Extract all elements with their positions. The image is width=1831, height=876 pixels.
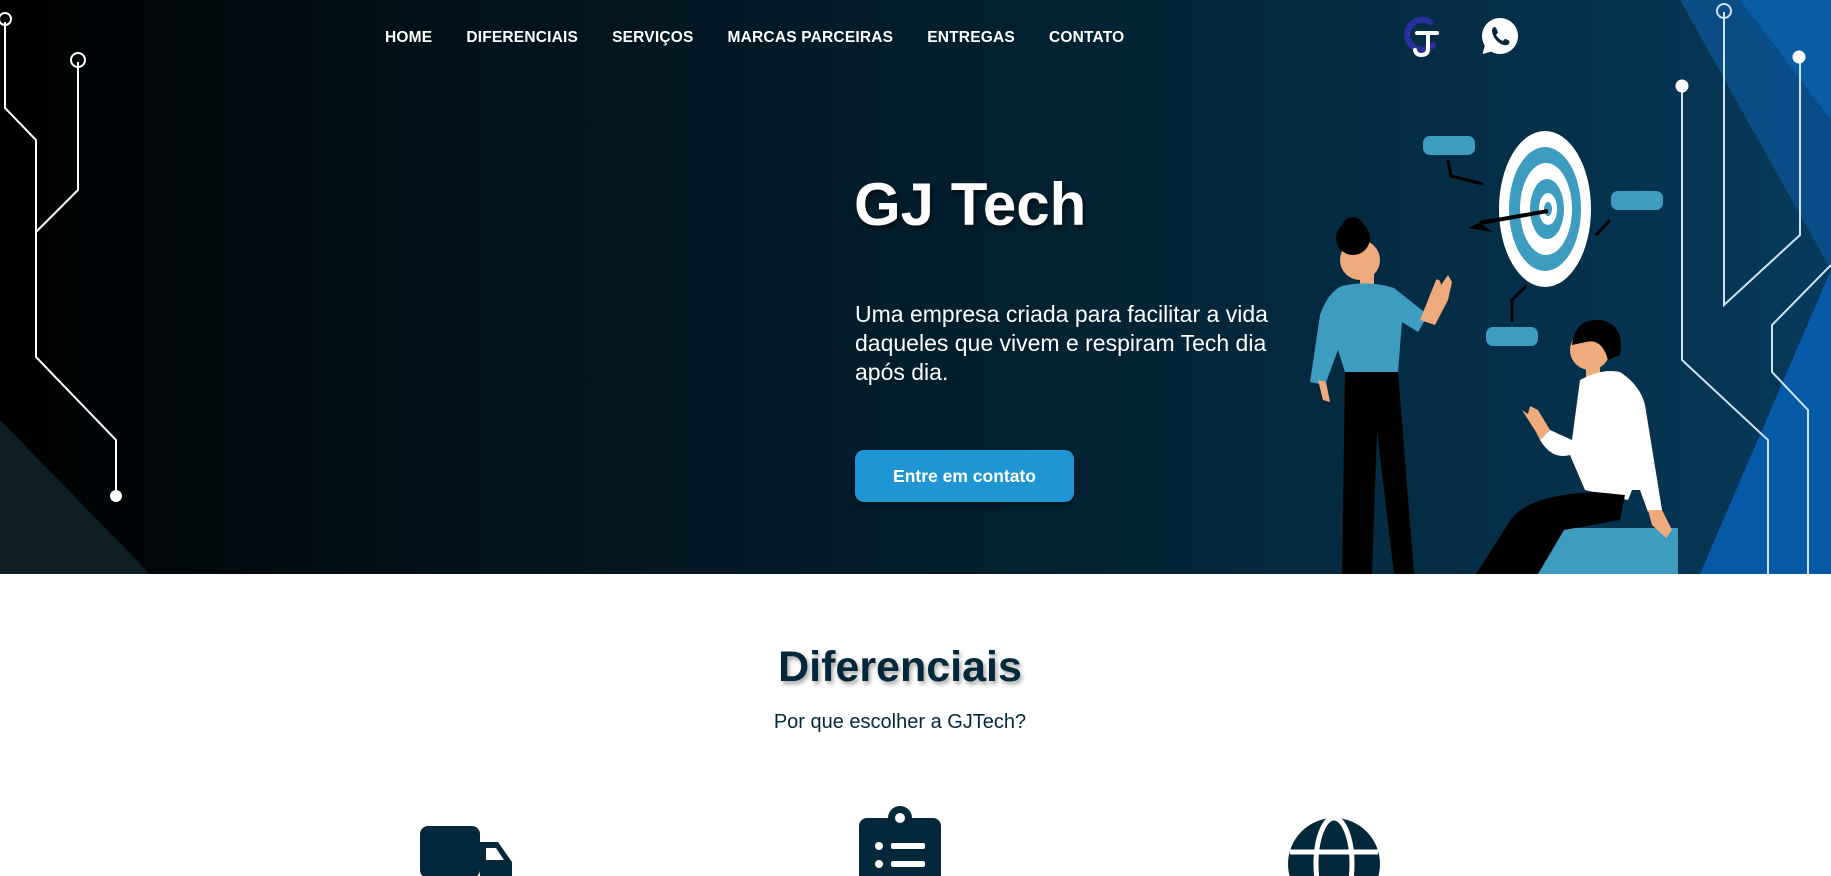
truck-icon [420,826,512,876]
nav-marcas-parceiras[interactable]: MARCAS PARCEIRAS [728,29,894,47]
nav-diferenciais[interactable]: DIFERENCIAIS [466,29,578,47]
whatsapp-icon[interactable] [1480,16,1520,56]
team-target-illustration [1310,131,1678,574]
hero-title: GJ Tech [854,171,1087,238]
nav-home[interactable]: HOME [385,29,432,47]
contact-button[interactable]: Entre em contato [855,450,1074,502]
hero-section: HOME DIFERENCIAIS SERVIÇOS MARCAS PARCEI… [0,0,1831,574]
nav-servicos[interactable]: SERVIÇOS [612,29,693,47]
globe-icon [1288,816,1380,876]
clipboard-list-icon [859,806,941,876]
hero-description: Uma empresa criada para facilitar a vida… [855,301,1268,385]
gj-logo-icon[interactable] [1400,15,1444,59]
diferenciais-subtitle: Por que escolher a GJTech? [773,711,1027,733]
nav-contato[interactable]: CONTATO [1049,29,1124,47]
diferenciais-title: Diferenciais [778,643,1022,691]
nav-entregas[interactable]: ENTREGAS [927,29,1015,47]
main-nav: HOME DIFERENCIAIS SERVIÇOS MARCAS PARCEI… [385,29,1124,47]
